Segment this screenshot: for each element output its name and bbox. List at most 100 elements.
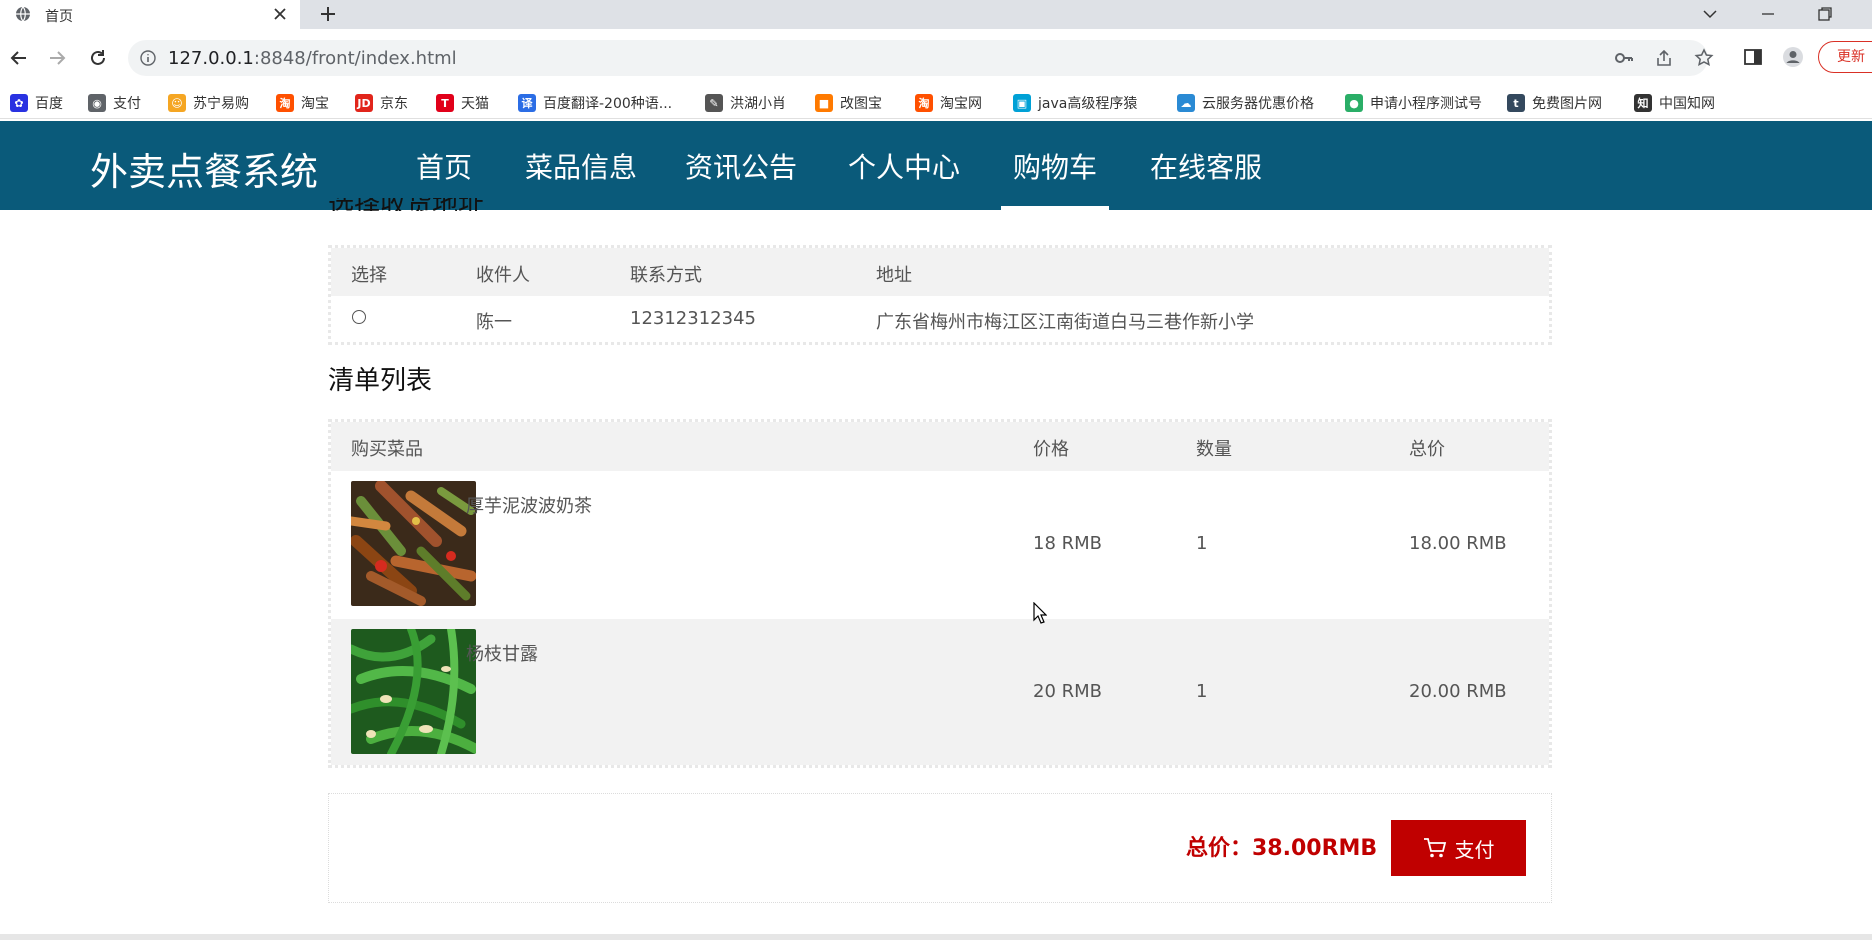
dish-image[interactable]: [351, 481, 476, 606]
table-row[interactable]: 厚芋泥波波奶茶 18 RMB 1 18.00 RMB: [331, 471, 1549, 619]
dish-name[interactable]: 杨枝甘露: [466, 640, 538, 666]
bookmark-item[interactable]: ☺ 苏宁易购: [168, 87, 249, 119]
nav-dishes[interactable]: 菜品信息: [525, 146, 637, 186]
restore-icon[interactable]: [1815, 4, 1835, 24]
browser-tab[interactable]: 首页: [0, 0, 300, 29]
bookmark-icon: ☁: [1177, 94, 1195, 112]
profile-avatar-icon[interactable]: [1782, 46, 1804, 68]
address-table-header: 选择 收件人 联系方式 地址: [331, 248, 1549, 296]
close-icon[interactable]: [272, 6, 288, 22]
dish-total: 20.00 RMB: [1409, 681, 1507, 702]
recipient-name: 陈一: [476, 312, 512, 333]
table-row[interactable]: 陈一 12312312345 广东省梅州市梅江区江南街道白马三巷作新小学: [331, 296, 1549, 342]
address-bar[interactable]: 127.0.0.1:8848/front/index.html: [128, 40, 1714, 76]
bookmarks-bar: ✿ 百度 ◉ 支付 ☺ 苏宁易购 淘淘宝 JD 京东 T 天猫译百度翻译-200种语... ✎ 洪湖小肖…: [0, 87, 1872, 119]
url-text[interactable]: 127.0.0.1:8848/front/index.html: [168, 48, 457, 69]
bookmark-label: 申请小程序测试号: [1370, 96, 1482, 112]
star-icon[interactable]: [1694, 48, 1714, 68]
bookmark-item[interactable]: ☁ 云服务器优惠价格: [1177, 87, 1314, 119]
reload-icon[interactable]: [87, 47, 109, 69]
bookmark-icon: 淘: [915, 94, 933, 112]
bookmark-icon: ✿: [10, 94, 28, 112]
bookmark-label: 苏宁易购: [193, 96, 249, 112]
bookmark-icon: 知: [1634, 94, 1652, 112]
dish-quantity: 1: [1196, 533, 1208, 554]
bookmark-label: 洪湖小肖: [730, 96, 786, 112]
bookmark-item[interactable]: ● 申请小程序测试号: [1345, 87, 1482, 119]
dish-photo: [351, 629, 476, 754]
dish-photo: [351, 481, 476, 606]
nav-active-indicator: [1001, 206, 1109, 210]
address-radio[interactable]: [352, 310, 366, 324]
col-quantity: 数量: [1196, 439, 1232, 460]
url-host: 127.0.0.1: [168, 48, 254, 69]
tab-title: 首页: [45, 9, 73, 25]
nav-profile[interactable]: 个人中心: [848, 146, 960, 186]
col-select: 选择: [351, 265, 387, 286]
dish-name[interactable]: 厚芋泥波波奶茶: [466, 492, 592, 518]
nav-news[interactable]: 资讯公告: [685, 146, 797, 186]
col-address: 地址: [876, 265, 912, 286]
mouse-cursor-icon: [1033, 602, 1047, 624]
bookmark-icon: ☺: [168, 94, 186, 112]
nav-cart[interactable]: 购物车: [1013, 146, 1097, 186]
bookmark-item[interactable]: T 天猫: [436, 87, 489, 119]
bookmark-item[interactable]: ✿ 百度: [10, 87, 63, 119]
key-icon[interactable]: [1614, 48, 1634, 68]
bookmark-item[interactable]: ◉ 支付: [88, 87, 141, 119]
browser-toolbar: 127.0.0.1:8848/front/index.html 更新: [0, 29, 1872, 87]
cart-table: 购买菜品 价格 数量 总价 厚芋泥波波奶茶 18 RMB 1 18.00 RMB…: [328, 419, 1552, 768]
bookmark-item[interactable]: t 免费图片网: [1507, 87, 1602, 119]
bookmark-icon: 译: [518, 94, 536, 112]
update-button[interactable]: 更新: [1818, 41, 1872, 73]
browser-tab-strip: 首页: [0, 0, 1872, 29]
cart-icon: [1423, 838, 1446, 858]
bookmark-icon: ✎: [705, 94, 723, 112]
nav-support[interactable]: 在线客服: [1150, 146, 1262, 186]
bookmark-item[interactable]: 淘淘宝: [276, 87, 329, 119]
bookmark-label: java高级程序猿: [1038, 96, 1138, 112]
bookmark-label: 支付: [113, 96, 141, 112]
bookmark-label: 天猫: [461, 96, 489, 112]
bookmark-label: 改图宝: [840, 96, 882, 112]
bookmark-icon: JD: [355, 94, 373, 112]
bookmark-item[interactable]: JD 京东: [355, 87, 408, 119]
bookmark-item[interactable]: 知中国知网: [1634, 87, 1715, 119]
bookmark-label: 百度: [35, 96, 63, 112]
minimize-icon[interactable]: [1758, 4, 1778, 24]
recipient-phone: 12312312345: [630, 308, 756, 329]
col-total: 总价: [1409, 439, 1445, 460]
bookmark-icon: ◉: [88, 94, 106, 112]
bookmark-item[interactable]: ✎ 洪湖小肖: [705, 87, 786, 119]
table-row[interactable]: 杨枝甘露 20 RMB 1 20.00 RMB: [331, 619, 1549, 765]
col-phone: 联系方式: [630, 265, 702, 286]
dish-image[interactable]: [351, 629, 476, 754]
bookmark-label: 中国知网: [1659, 96, 1715, 112]
cart-section-title: 清单列表: [328, 366, 433, 396]
pay-button[interactable]: 支付: [1391, 820, 1526, 876]
new-tab-icon[interactable]: [318, 4, 338, 24]
dish-price: 18 RMB: [1033, 533, 1103, 554]
forward-arrow-icon[interactable]: [46, 47, 68, 69]
bookmark-item[interactable]: 淘淘宝网: [915, 87, 982, 119]
dish-quantity: 1: [1196, 681, 1208, 702]
site-brand[interactable]: 外卖点餐系统: [90, 141, 318, 196]
nav-home[interactable]: 首页: [416, 146, 472, 186]
chevron-down-icon[interactable]: [1700, 4, 1720, 24]
bookmark-label: 淘宝网: [940, 96, 982, 112]
bookmark-item[interactable]: 译百度翻译-200种语...: [518, 87, 672, 119]
grand-total: 总价：38.00RMB: [1186, 836, 1378, 861]
bookmark-item[interactable]: ■ 改图宝: [815, 87, 882, 119]
page-bottom-divider: [0, 934, 1872, 940]
cart-table-header: 购买菜品 价格 数量 总价: [331, 422, 1549, 471]
col-recipient: 收件人: [476, 265, 530, 286]
back-arrow-icon[interactable]: [8, 47, 30, 69]
bookmark-item[interactable]: ▣ java高级程序猿: [1013, 87, 1137, 119]
bookmark-icon: ■: [815, 94, 833, 112]
order-summary: 总价：38.00RMB 支付: [328, 793, 1552, 903]
bookmark-label: 云服务器优惠价格: [1202, 96, 1314, 112]
address-table: 选择 收件人 联系方式 地址 陈一 12312312345 广东省梅州市梅江区江…: [328, 245, 1552, 345]
info-icon[interactable]: [140, 50, 156, 66]
side-panel-icon[interactable]: [1742, 46, 1764, 68]
share-icon[interactable]: [1654, 48, 1674, 68]
